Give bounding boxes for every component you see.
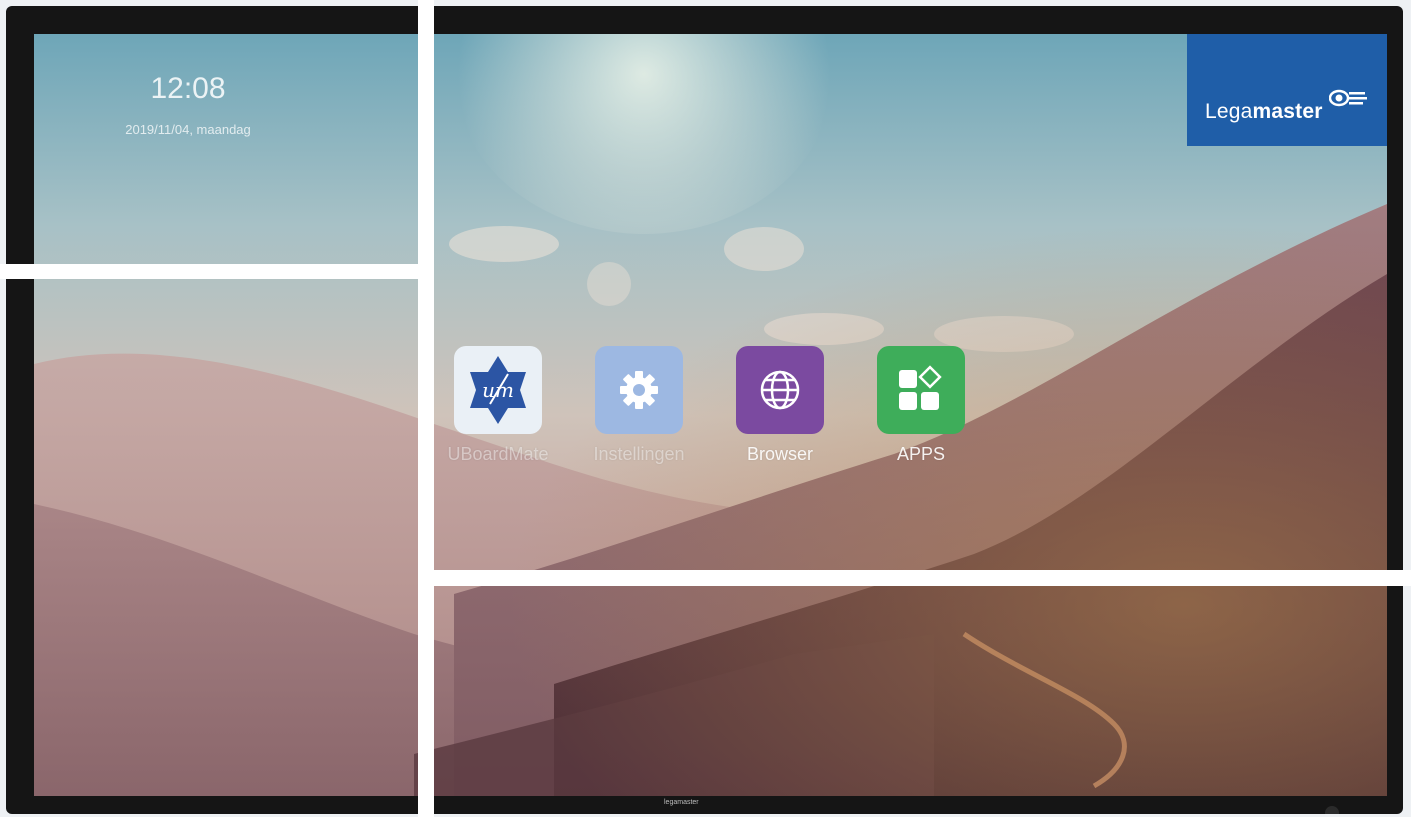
app-label: UBoardMate [447, 444, 549, 464]
app-browser[interactable]: Browser [736, 346, 824, 465]
app-label: Instellingen [593, 444, 685, 464]
app-label: Browser [746, 444, 813, 464]
brand-name-bold: master [1252, 100, 1323, 123]
home-screen: 12:08 2019/11/04, maandag Legamaster um [34, 34, 1387, 796]
split-divider-left [0, 264, 418, 279]
bezel-sensor [1325, 806, 1339, 814]
bezel-logo: legamaster [664, 799, 699, 806]
app-uboardmate[interactable]: um UBoardMate [447, 346, 549, 465]
split-divider-right [434, 570, 1411, 586]
eye-logo-icon [1329, 89, 1367, 107]
brand-name-regular: Lega [1205, 100, 1253, 123]
gear-icon[interactable] [595, 346, 683, 434]
clock-date: 2019/11/04, maandag [125, 122, 251, 137]
display-bezel: 12:08 2019/11/04, maandag Legamaster um [6, 6, 1403, 814]
brand-logo: Legamaster [1187, 34, 1387, 146]
app-label: APPS [896, 444, 946, 464]
globe-icon[interactable] [736, 346, 824, 434]
app-apps[interactable]: APPS [877, 346, 965, 465]
apps-grid-icon[interactable] [877, 346, 965, 434]
app-instellingen[interactable]: Instellingen [593, 346, 685, 465]
display-mockup: 12:08 2019/11/04, maandag Legamaster um [0, 0, 1411, 817]
split-divider-vertical [418, 0, 434, 817]
clock-time: 12:08 [150, 72, 226, 105]
uboardmate-icon[interactable]: um [454, 346, 542, 434]
brand-name: Legamaster [1205, 100, 1323, 124]
